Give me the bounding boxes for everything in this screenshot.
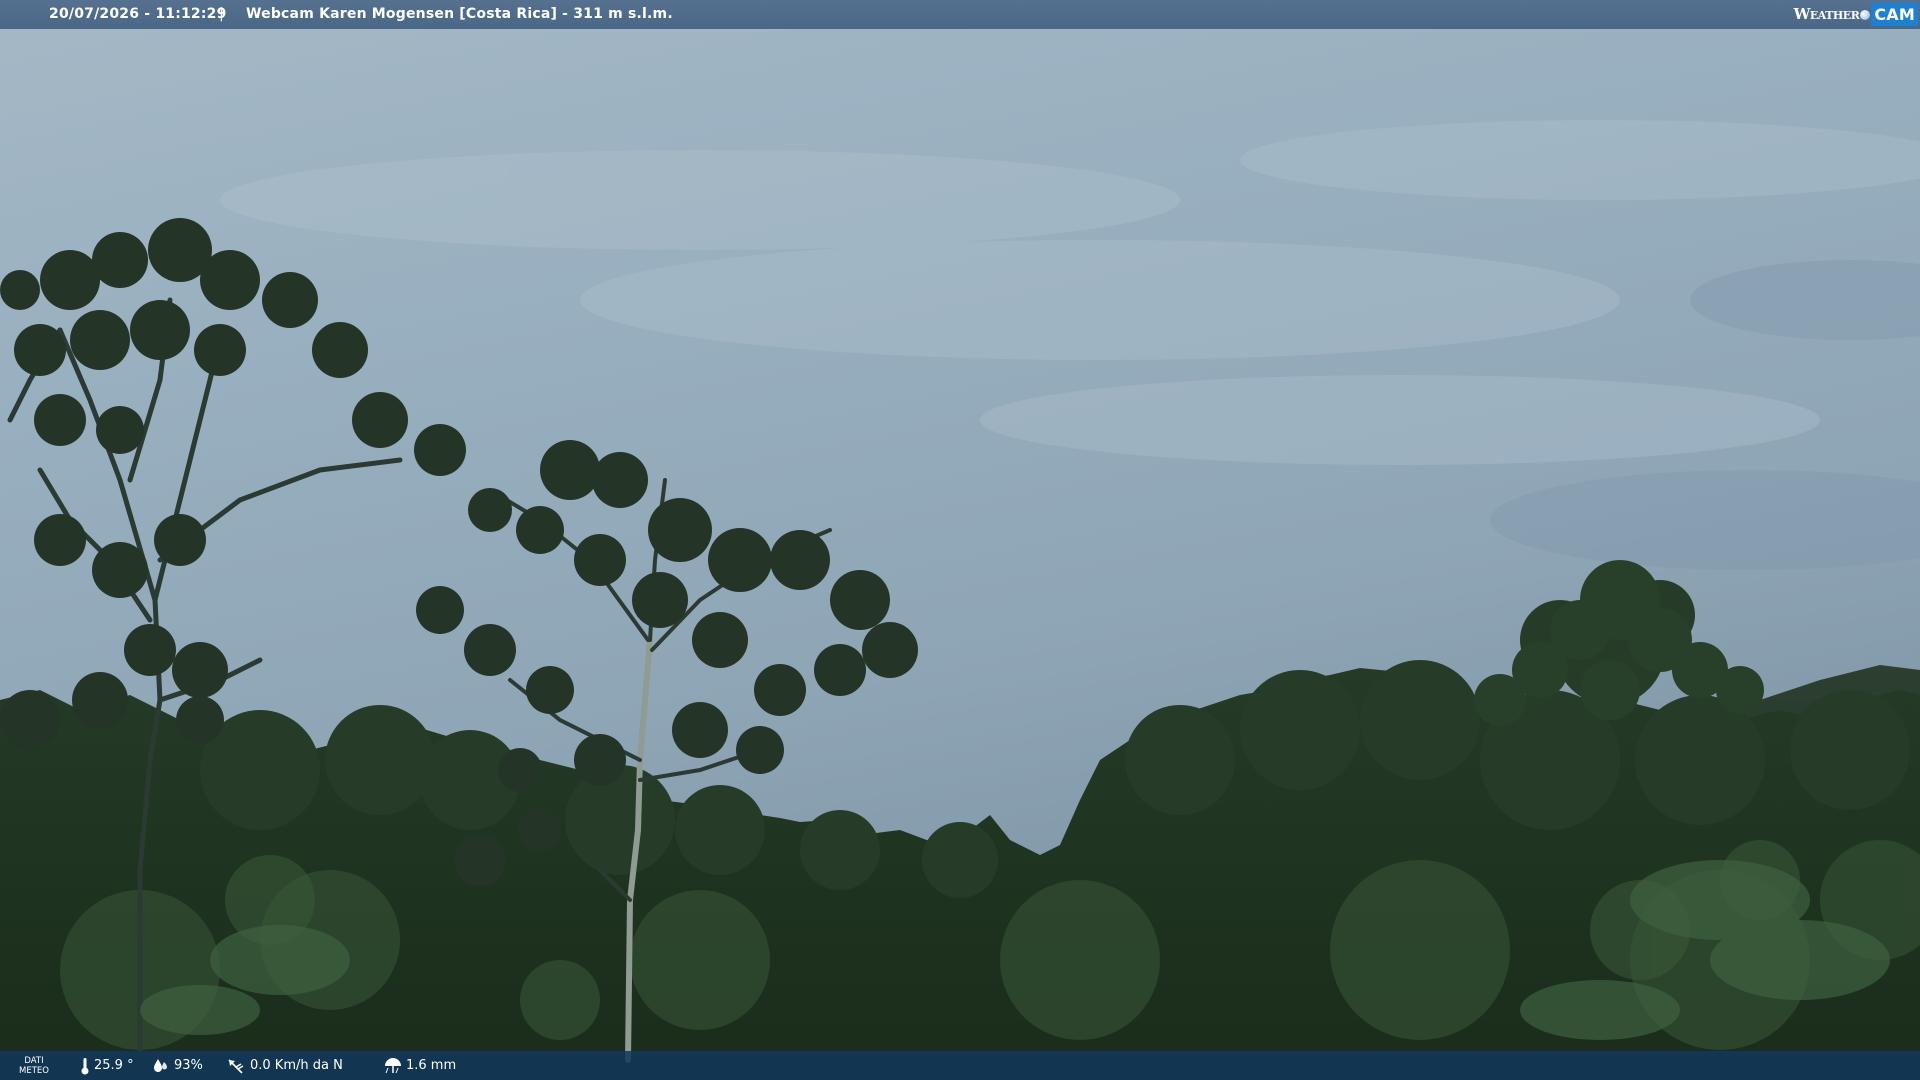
humidity-drop-icon [154, 1058, 167, 1072]
weather-data-bar: DATI METEO 25.9 ° 93% 0.0 Km/h da N 1.6 … [0, 1051, 1920, 1080]
wind-reading: 0.0 Km/h da N [226, 1051, 343, 1080]
weather-data-label: DATI METEO [18, 1051, 50, 1080]
temperature-value: 25.9 ° [94, 1058, 134, 1073]
rain-value: 1.6 mm [406, 1058, 457, 1073]
rain-umbrella-icon [385, 1057, 401, 1073]
label-line-1: DATI [24, 1055, 44, 1066]
webcam-image [0, 0, 1920, 1080]
humidity-value: 93% [174, 1058, 203, 1073]
rain-reading: 1.6 mm [384, 1051, 456, 1080]
webcam-frame: 20/07/2026 - 11:12:29 | Webcam Karen Mog… [0, 0, 1920, 1080]
wind-vane-icon [228, 1058, 244, 1074]
label-line-2: METEO [19, 1065, 49, 1076]
temperature-reading: 25.9 ° [80, 1051, 134, 1080]
webcam-header-bar: 20/07/2026 - 11:12:29 | Webcam Karen Mog… [0, 0, 1920, 29]
thermometer-icon [81, 1057, 89, 1074]
weathercam-logo: Weather CAM [1794, 2, 1918, 27]
logo-cam-text: CAM [1871, 3, 1918, 26]
header-separator: | [219, 6, 224, 22]
wind-value: 0.0 Km/h da N [250, 1058, 343, 1073]
logo-weather-text: Weather [1793, 5, 1860, 23]
humidity-reading: 93% [152, 1051, 203, 1080]
webcam-title: Webcam Karen Mogensen [Costa Rica] - 311… [246, 6, 673, 22]
capture-datetime: 20/07/2026 - 11:12:29 [49, 6, 227, 22]
logo-globe-icon [1860, 9, 1871, 20]
